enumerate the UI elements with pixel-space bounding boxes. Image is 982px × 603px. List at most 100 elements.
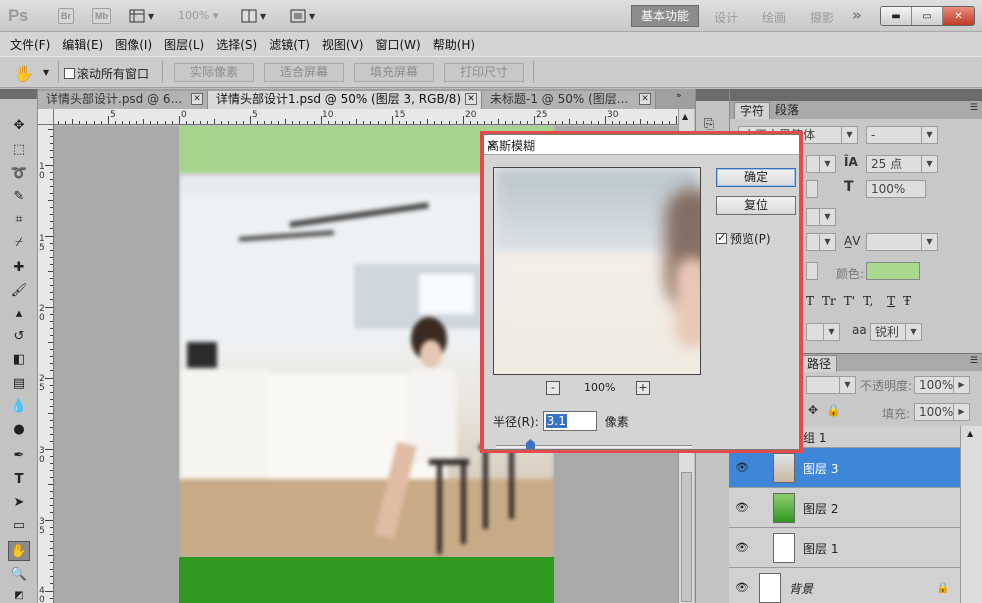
eye-icon[interactable]: 👁: [735, 581, 749, 594]
reset-button[interactable]: 复位: [716, 196, 796, 215]
language-select[interactable]: ▼: [806, 323, 840, 341]
font-style-select[interactable]: - ▼: [866, 126, 938, 144]
close-button[interactable]: ✕: [943, 7, 974, 25]
blend-mode-select[interactable]: ▼: [806, 376, 856, 394]
leading-field[interactable]: [806, 180, 818, 198]
panel-menu-icon[interactable]: ☰: [970, 103, 978, 113]
layer-row-background[interactable]: 👁 背景 🔒: [729, 568, 960, 603]
tab-document-1[interactable]: 详情头部设计.psd @ 6... ✕: [38, 91, 208, 109]
ruler-origin[interactable]: [38, 109, 54, 125]
preview-checkbox[interactable]: ✓ 预览(P): [716, 230, 771, 247]
tab-document-3[interactable]: 未标题-1 @ 50% (图层... ✕: [482, 91, 656, 109]
brush-tool-icon[interactable]: 🖌: [8, 280, 30, 300]
eyedropper-tool-icon[interactable]: ⌿: [8, 232, 30, 252]
eye-icon[interactable]: 👁: [735, 541, 749, 554]
baseline-shift-select[interactable]: ▼: [866, 233, 938, 251]
checkbox-box[interactable]: [64, 68, 75, 79]
zoom-tool-icon[interactable]: 🔍: [8, 564, 30, 584]
tab-document-2[interactable]: 详情头部设计1.psd @ 50% (图层 3, RGB/8) * ✕: [208, 91, 482, 109]
opacity-field[interactable]: 100% ▶: [914, 376, 970, 394]
move-tool-icon[interactable]: ✥: [8, 115, 30, 135]
tab-paragraph[interactable]: 段落: [770, 102, 804, 119]
menu-file[interactable]: 文件(F): [4, 36, 56, 53]
chevron-down-icon[interactable]: ▼: [43, 68, 49, 77]
font-size-select[interactable]: 25 点 ▼: [866, 155, 938, 173]
menu-window[interactable]: 窗口(W): [369, 36, 426, 53]
ok-button[interactable]: 确定: [716, 168, 796, 187]
close-icon[interactable]: ✕: [465, 93, 477, 105]
faux-bold-button[interactable]: T: [806, 294, 814, 308]
font-size-mini-select[interactable]: ▼: [806, 155, 836, 173]
menu-help[interactable]: 帮助(H): [427, 36, 481, 53]
fit-screen-button[interactable]: 适合屏幕: [264, 63, 344, 82]
bridge-button[interactable]: Br: [58, 8, 75, 24]
close-icon[interactable]: ✕: [191, 93, 203, 105]
layer-row-3[interactable]: 👁 图层 3: [729, 448, 960, 488]
dodge-tool-icon[interactable]: ●: [8, 419, 30, 439]
scroll-all-windows-checkbox[interactable]: 滚动所有窗口: [64, 65, 149, 82]
panel-menu-icon[interactable]: ☰: [970, 356, 978, 366]
hand-tool-preset-icon[interactable]: ✋: [14, 64, 34, 83]
minimize-button[interactable]: ▬: [881, 7, 912, 25]
lock-position-icon[interactable]: ✥: [808, 403, 818, 417]
blur-tool-icon[interactable]: 💧: [8, 396, 30, 416]
lasso-tool-icon[interactable]: ➰: [8, 163, 30, 183]
eraser-tool-icon[interactable]: ◧: [8, 349, 30, 369]
scrollbar-thumb[interactable]: [681, 472, 692, 602]
workspace-photography[interactable]: 摄影: [810, 9, 834, 26]
menu-view[interactable]: 视图(V): [316, 36, 370, 53]
fill-screen-button[interactable]: 填充屏幕: [354, 63, 434, 82]
mini-bridge-button[interactable]: Mb: [92, 8, 111, 24]
print-size-button[interactable]: 打印尺寸: [444, 63, 524, 82]
blur-preview[interactable]: [493, 167, 701, 375]
gradient-tool-icon[interactable]: ▤: [8, 373, 30, 393]
crop-tool-icon[interactable]: ⌗: [8, 209, 30, 229]
checkbox-box[interactable]: ✓: [716, 231, 727, 244]
layer-row-1[interactable]: 👁 图层 1: [729, 528, 960, 568]
close-icon[interactable]: ✕: [639, 93, 651, 105]
hand-tool-icon[interactable]: ✋: [8, 541, 30, 561]
tab-paths[interactable]: 路径: [801, 355, 838, 372]
eye-icon[interactable]: 👁: [735, 461, 749, 474]
more-workspaces-icon[interactable]: »: [852, 6, 862, 24]
tsume-field[interactable]: [806, 262, 818, 280]
workspace-painting[interactable]: 绘画: [762, 9, 786, 26]
anti-alias-select[interactable]: 锐利 ▼: [870, 323, 922, 341]
arrange-documents-button[interactable]: ▼: [241, 7, 266, 25]
radius-input[interactable]: 3.1: [542, 411, 597, 431]
tab-character[interactable]: 字符: [734, 102, 771, 119]
screen-mode-button[interactable]: ▼: [290, 7, 315, 25]
zoom-level[interactable]: 100% ▾: [178, 9, 218, 22]
actual-pixels-button[interactable]: 实际像素: [174, 63, 254, 82]
layer-row-2[interactable]: 👁 图层 2: [729, 488, 960, 528]
horizontal-ruler[interactable]: 5 0 5 10 15 20 25 30: [54, 109, 684, 125]
vertical-scale-field[interactable]: 100%: [866, 180, 926, 198]
healing-brush-tool-icon[interactable]: ✚: [8, 257, 30, 277]
text-color-swatch[interactable]: [866, 262, 920, 280]
zoom-in-button[interactable]: +: [636, 381, 650, 395]
scroll-up-icon[interactable]: ▲: [682, 112, 688, 121]
workspace-essentials[interactable]: 基本功能: [631, 5, 699, 27]
workspace-design[interactable]: 设计: [714, 9, 738, 26]
layers-scrollbar[interactable]: ▲: [960, 426, 982, 603]
fill-field[interactable]: 100% ▶: [914, 403, 970, 421]
vertical-ruler[interactable]: 1 0 1 5 2 0 2 5 3 0 3 5 4 0: [38, 125, 54, 603]
dialog-title-bar[interactable]: 高斯模糊 ×: [484, 135, 799, 155]
radius-slider-thumb[interactable]: [526, 439, 535, 449]
subscript-button[interactable]: T,: [863, 294, 873, 308]
color-swatches-icon[interactable]: ◩: [8, 585, 30, 603]
history-panel-icon[interactable]: ⎘: [704, 117, 714, 132]
pen-tool-icon[interactable]: ✒: [8, 445, 30, 465]
all-caps-button[interactable]: Tr: [822, 294, 836, 308]
underline-button[interactable]: T: [887, 294, 895, 308]
zoom-out-button[interactable]: -: [546, 381, 560, 395]
type-tool-icon[interactable]: T: [8, 469, 30, 489]
menu-layer[interactable]: 图层(L): [158, 36, 210, 53]
tab-overflow-icon[interactable]: »: [676, 91, 682, 101]
restore-button[interactable]: ▭: [912, 7, 943, 25]
menu-image[interactable]: 图像(I): [109, 36, 158, 53]
strikethrough-button[interactable]: Ŧ: [903, 294, 911, 308]
clone-stamp-tool-icon[interactable]: ▴: [8, 303, 30, 323]
lock-all-icon[interactable]: 🔒: [826, 403, 841, 417]
kerning-select[interactable]: ▼: [806, 208, 836, 226]
